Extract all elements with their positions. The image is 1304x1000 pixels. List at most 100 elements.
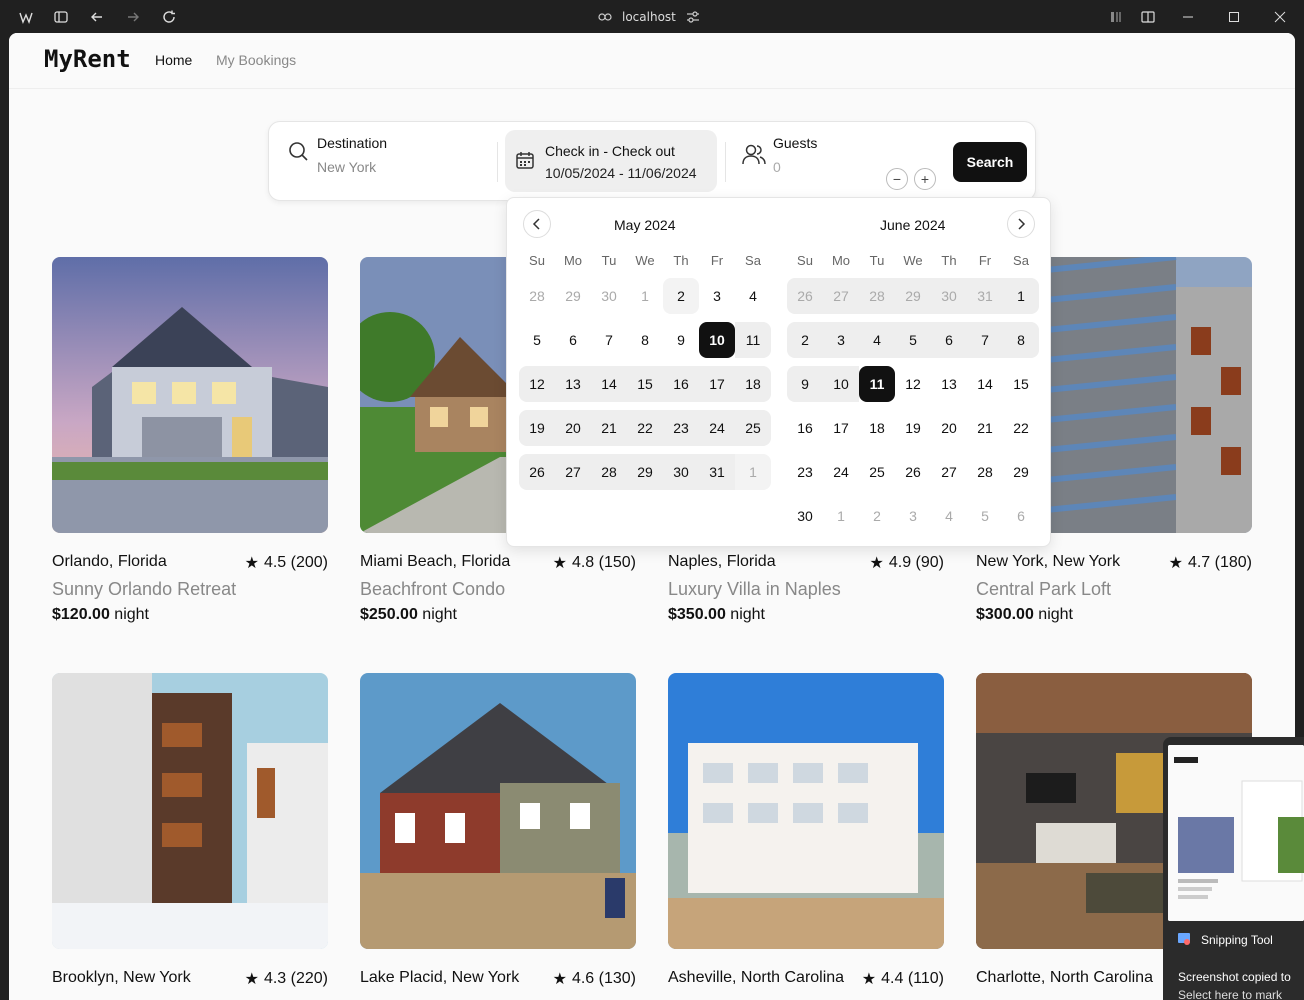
- calendar-day[interactable]: 3: [699, 278, 735, 314]
- calendar-day[interactable]: 19: [895, 410, 931, 446]
- calendar-day[interactable]: 9: [787, 366, 823, 402]
- listing-photo[interactable]: [668, 673, 944, 949]
- calendar-day[interactable]: 6: [555, 322, 591, 358]
- calendar-day[interactable]: 29: [1003, 454, 1039, 490]
- next-month-button[interactable]: [1007, 210, 1035, 238]
- calendar-day[interactable]: 15: [1003, 366, 1039, 402]
- calendar-day[interactable]: 20: [555, 410, 591, 446]
- calendar-day[interactable]: 28: [859, 278, 895, 314]
- calendar-day[interactable]: 27: [823, 278, 859, 314]
- calendar-day[interactable]: 29: [895, 278, 931, 314]
- calendar-day[interactable]: 13: [555, 366, 591, 402]
- guests-field[interactable]: Guests 0 − +: [735, 135, 936, 190]
- calendar-day[interactable]: 18: [735, 366, 771, 402]
- calendar-day[interactable]: 5: [967, 498, 1003, 534]
- calendar-day[interactable]: 1: [735, 454, 771, 490]
- listing-title[interactable]: Luxury Villa in Naples: [668, 579, 841, 600]
- calendar-day[interactable]: 30: [663, 454, 699, 490]
- extension-icon[interactable]: [1106, 7, 1126, 27]
- nav-bookings-link[interactable]: My Bookings: [216, 52, 296, 68]
- calendar-day[interactable]: 7: [967, 322, 1003, 358]
- logo[interactable]: MyRent: [44, 45, 131, 73]
- calendar-day[interactable]: 16: [663, 366, 699, 402]
- listing-title[interactable]: Sunny Orlando Retreat: [52, 579, 236, 600]
- calendar-day[interactable]: 4: [859, 322, 895, 358]
- calendar-day[interactable]: 6: [1003, 498, 1039, 534]
- calendar-day[interactable]: 26: [519, 454, 555, 490]
- destination-input[interactable]: New York: [317, 159, 376, 175]
- calendar-day[interactable]: 14: [591, 366, 627, 402]
- calendar-day[interactable]: 25: [859, 454, 895, 490]
- calendar-day[interactable]: 3: [895, 498, 931, 534]
- listing-photo[interactable]: [52, 673, 328, 949]
- calendar-day[interactable]: 18: [859, 410, 895, 446]
- screenshot-thumbnail[interactable]: [1168, 745, 1304, 921]
- calendar-day[interactable]: 4: [735, 278, 771, 314]
- calendar-day[interactable]: 16: [787, 410, 823, 446]
- calendar-day[interactable]: 2: [859, 498, 895, 534]
- listing-photo[interactable]: [360, 673, 636, 949]
- calendar-day[interactable]: 28: [967, 454, 1003, 490]
- calendar-day[interactable]: 5: [519, 322, 555, 358]
- calendar-day[interactable]: 12: [895, 366, 931, 402]
- calendar-day[interactable]: 12: [519, 366, 555, 402]
- forward-arrow-icon[interactable]: [123, 7, 143, 27]
- minimize-icon[interactable]: [1178, 7, 1198, 27]
- calendar-day[interactable]: 30: [931, 278, 967, 314]
- calendar-day[interactable]: 30: [787, 498, 823, 534]
- search-button[interactable]: Search: [953, 142, 1027, 182]
- calendar-day[interactable]: 13: [931, 366, 967, 402]
- calendar-day[interactable]: 26: [895, 454, 931, 490]
- listing-card[interactable]: Lake Placid, New York ★ 4.6 (130): [360, 673, 636, 988]
- calendar-day[interactable]: 15: [627, 366, 663, 402]
- sidebar-toggle-icon[interactable]: [51, 7, 71, 27]
- calendar-day[interactable]: 8: [627, 322, 663, 358]
- calendar-day[interactable]: 22: [627, 410, 663, 446]
- destination-field[interactable]: Destination New York: [285, 135, 495, 186]
- prev-month-button[interactable]: [523, 210, 551, 238]
- calendar-day[interactable]: 27: [555, 454, 591, 490]
- listing-card[interactable]: Asheville, North Carolina ★ 4.4 (110): [668, 673, 944, 988]
- reload-icon[interactable]: [159, 7, 179, 27]
- nav-home-link[interactable]: Home: [155, 52, 192, 68]
- split-view-icon[interactable]: [1138, 7, 1158, 27]
- calendar-day[interactable]: 10: [699, 322, 735, 358]
- calendar-day[interactable]: 11: [859, 366, 895, 402]
- guests-increment-button[interactable]: +: [914, 168, 936, 190]
- site-settings-icon[interactable]: [686, 10, 700, 24]
- calendar-day[interactable]: 27: [931, 454, 967, 490]
- calendar-day[interactable]: 26: [787, 278, 823, 314]
- calendar-day[interactable]: 8: [1003, 322, 1039, 358]
- calendar-day[interactable]: 24: [823, 454, 859, 490]
- calendar-day[interactable]: 31: [699, 454, 735, 490]
- calendar-day[interactable]: 3: [823, 322, 859, 358]
- calendar-day[interactable]: 25: [735, 410, 771, 446]
- calendar-day[interactable]: 19: [519, 410, 555, 446]
- calendar-day[interactable]: 7: [591, 322, 627, 358]
- calendar-day[interactable]: 21: [591, 410, 627, 446]
- calendar-day[interactable]: 11: [735, 322, 771, 358]
- listing-title[interactable]: Central Park Loft: [976, 579, 1111, 600]
- address-bar[interactable]: localhost: [598, 8, 700, 26]
- snipping-tool-notification[interactable]: Snipping Tool Screenshot copied to Selec…: [1163, 737, 1304, 1000]
- calendar-day[interactable]: 5: [895, 322, 931, 358]
- calendar-day[interactable]: 6: [931, 322, 967, 358]
- calendar-day[interactable]: 29: [627, 454, 663, 490]
- listing-title[interactable]: Beachfront Condo: [360, 579, 505, 600]
- calendar-day[interactable]: 22: [1003, 410, 1039, 446]
- calendar-day[interactable]: 2: [663, 278, 699, 314]
- calendar-day[interactable]: 1: [627, 278, 663, 314]
- calendar-day[interactable]: 1: [823, 498, 859, 534]
- listing-card[interactable]: Brooklyn, New York ★ 4.3 (220): [52, 673, 328, 988]
- calendar-day[interactable]: 9: [663, 322, 699, 358]
- guests-decrement-button[interactable]: −: [886, 168, 908, 190]
- calendar-day[interactable]: 14: [967, 366, 1003, 402]
- calendar-day[interactable]: 28: [519, 278, 555, 314]
- calendar-day[interactable]: 1: [1003, 278, 1039, 314]
- date-range-field[interactable]: Check in - Check out 10/05/2024 - 11/06/…: [505, 130, 717, 192]
- browser-logo-icon[interactable]: [16, 7, 36, 27]
- calendar-day[interactable]: 30: [591, 278, 627, 314]
- calendar-day[interactable]: 21: [967, 410, 1003, 446]
- calendar-day[interactable]: 31: [967, 278, 1003, 314]
- calendar-day[interactable]: 17: [823, 410, 859, 446]
